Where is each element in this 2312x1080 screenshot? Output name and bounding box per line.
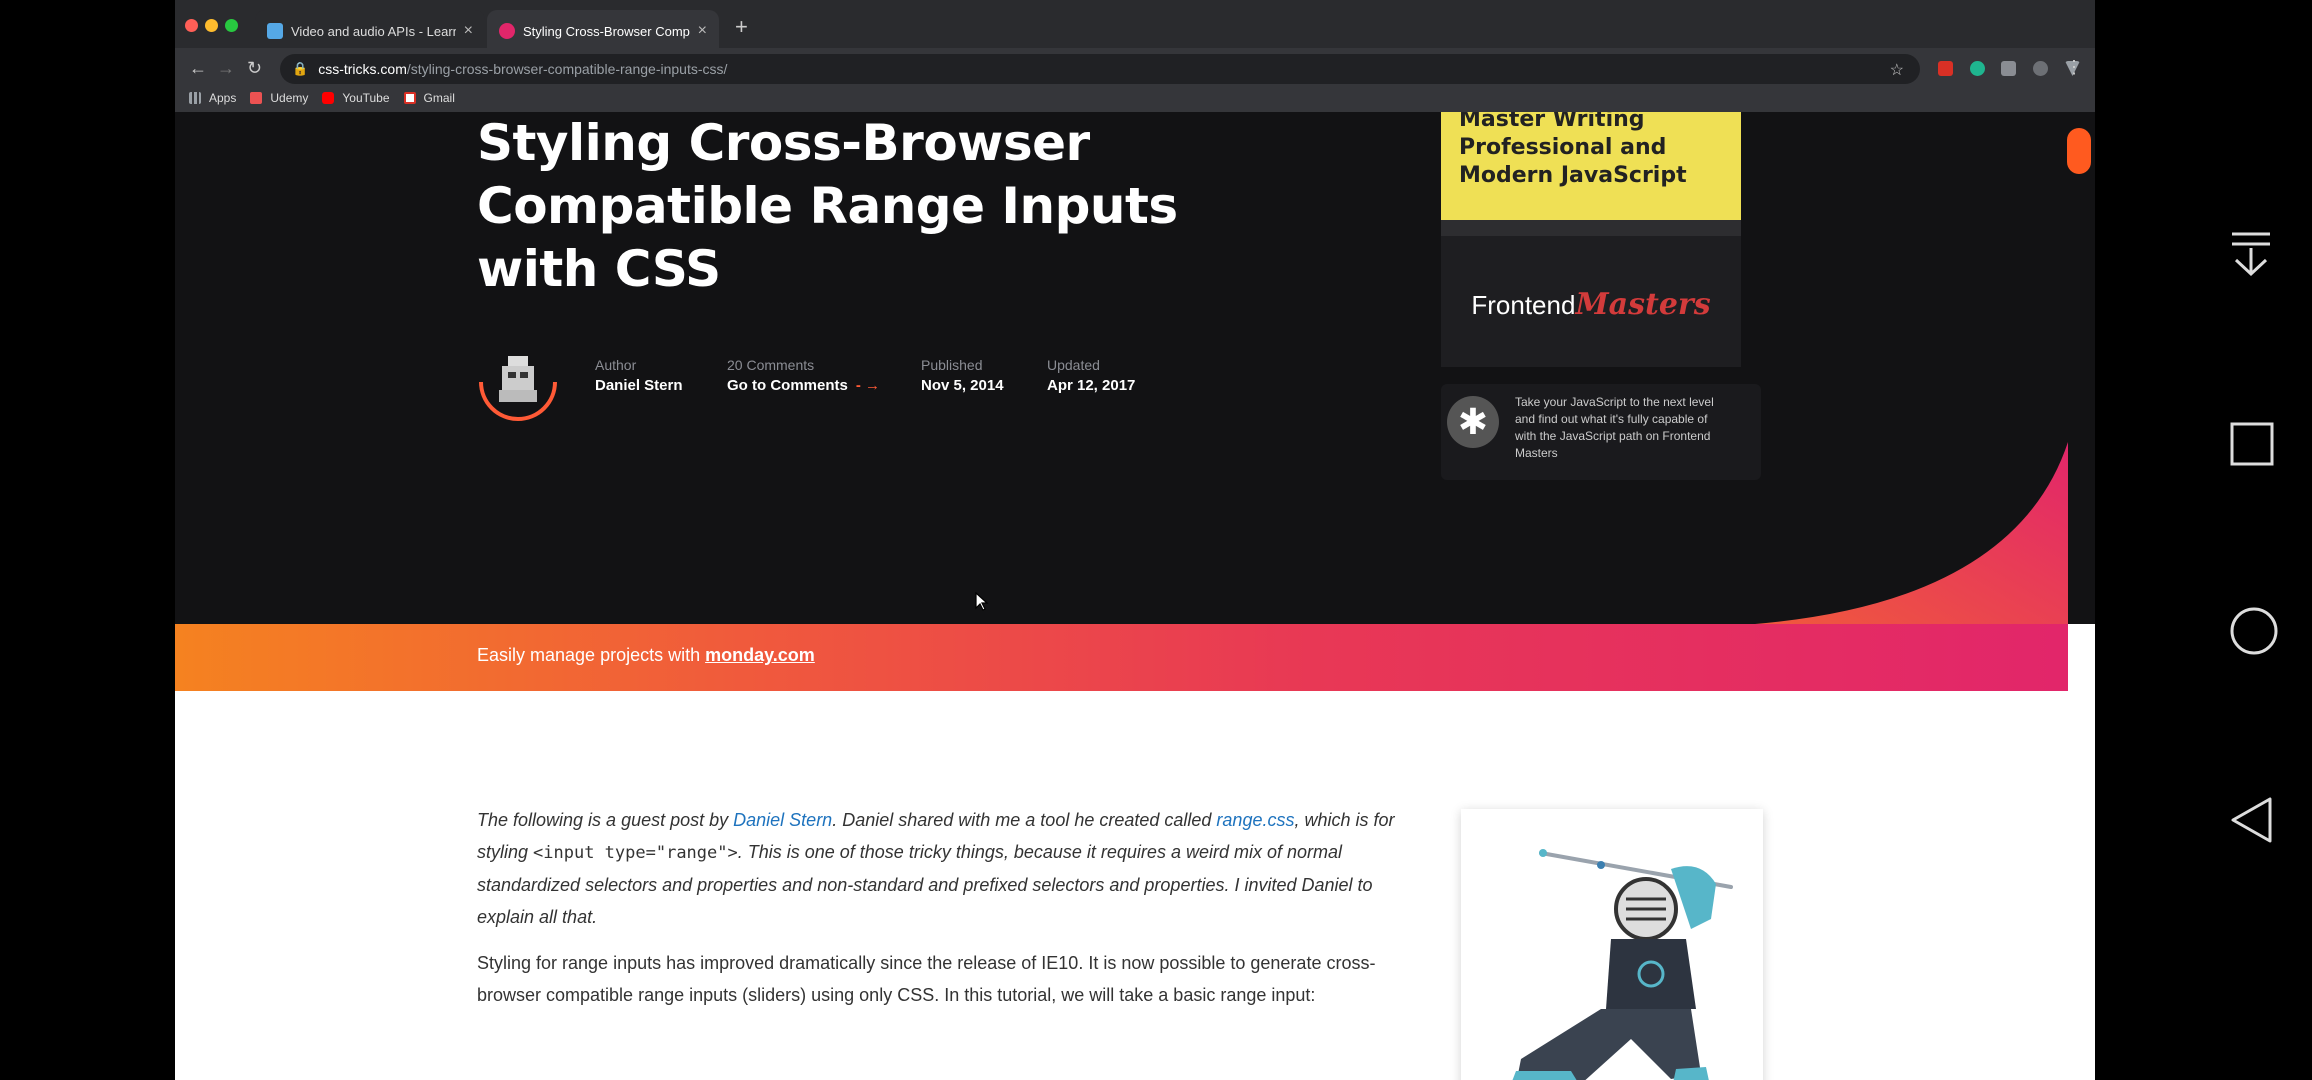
- frontend-masters-ad[interactable]: Master Writing Professional and Modern J…: [1441, 112, 1741, 367]
- forward-icon[interactable]: →: [217, 58, 235, 78]
- article-body: The following is a guest post by Daniel …: [477, 804, 1402, 1011]
- page-viewport: Styling Cross-Browser Compatible Range I…: [175, 112, 2095, 1080]
- bookmark-star-icon[interactable]: ☆: [1890, 60, 1904, 80]
- mouse-cursor-icon: [975, 592, 989, 611]
- article-title: Styling Cross-Browser Compatible Range I…: [477, 114, 1178, 298]
- ad-yellow-panel: Master Writing Professional and Modern J…: [1441, 112, 1741, 224]
- tab-close-icon[interactable]: ×: [698, 22, 707, 40]
- extension-red-icon[interactable]: [1938, 61, 1953, 76]
- bookmark-udemy[interactable]: Udemy: [250, 91, 308, 105]
- extension-gear-icon[interactable]: [2001, 61, 2016, 76]
- url-path: /styling-cross-browser-compatible-range-…: [406, 61, 728, 77]
- bookmark-apps[interactable]: Apps: [189, 91, 236, 105]
- range-css-link[interactable]: range.css: [1216, 810, 1294, 830]
- tab-styling-range-inputs[interactable]: Styling Cross-Browser Compatib ×: [487, 10, 719, 52]
- intro-text: . Daniel shared with me a tool he create…: [832, 810, 1217, 830]
- bookmark-gmail[interactable]: Gmail: [403, 91, 455, 105]
- home-circle-icon[interactable]: [2230, 607, 2278, 655]
- udemy-icon: [250, 92, 263, 104]
- logo-script: Masters: [1575, 287, 1711, 322]
- close-window-button[interactable]: [185, 19, 198, 32]
- kendo-warrior-illustration: [1512, 849, 1733, 1080]
- author-name[interactable]: Daniel Stern: [595, 377, 683, 394]
- arrow-right-icon[interactable]: - →: [856, 377, 880, 394]
- browser-menu-icon[interactable]: ⋮: [2065, 57, 2083, 78]
- sponsor-banner[interactable]: Easily manage projects with monday.com: [175, 624, 2068, 691]
- ad-stripe: [1441, 220, 1741, 236]
- scroll-indicator[interactable]: [2067, 128, 2091, 174]
- url-text: css-tricks.com/styling-cross-browser-com…: [318, 61, 727, 77]
- daniel-stern-link[interactable]: Daniel Stern: [733, 810, 832, 830]
- monday-link[interactable]: monday.com: [705, 645, 815, 665]
- back-icon[interactable]: ←: [189, 58, 207, 78]
- go-to-comments-link[interactable]: Go to Comments: [727, 377, 848, 394]
- maximize-window-button[interactable]: [225, 19, 238, 32]
- youtube-icon: [322, 92, 335, 104]
- author-avatar: [479, 356, 557, 421]
- published-label: Published: [921, 357, 983, 373]
- comments-count: 20 Comments: [727, 357, 815, 373]
- css-tricks-favicon-icon: [499, 23, 515, 39]
- input-range-code: <input type="range">: [533, 843, 738, 863]
- kendo-illustration-card[interactable]: [1461, 809, 1763, 1080]
- meta-updated: Updated Apr 12, 2017: [1047, 357, 1135, 394]
- tab-title: Styling Cross-Browser Compatib: [523, 23, 690, 39]
- bookmark-label: Udemy: [270, 91, 309, 105]
- bookmarks-bar: Apps Udemy YouTube Gmail: [175, 84, 2095, 112]
- bookmark-label: Apps: [209, 91, 237, 105]
- url-domain: css-tricks.com: [318, 61, 407, 77]
- published-date: Nov 5, 2014: [921, 377, 1004, 394]
- ad-headline: Master Writing Professional and Modern J…: [1459, 112, 1687, 188]
- meta-comments: 20 Comments Go to Comments - →: [727, 357, 880, 394]
- bookmark-youtube[interactable]: YouTube: [322, 91, 390, 105]
- tab-close-icon[interactable]: ×: [464, 22, 473, 40]
- banner-prefix: Easily manage projects with: [477, 645, 706, 665]
- frontend-masters-logo: FrontendMasters: [1441, 287, 1741, 322]
- updated-label: Updated: [1047, 357, 1100, 373]
- tab-video-audio-apis[interactable]: Video and audio APIs - Learn we ×: [255, 10, 485, 52]
- lock-icon: 🔒: [292, 61, 309, 76]
- tab-strip: Video and audio APIs - Learn we × Stylin…: [175, 0, 2095, 52]
- bookmark-label: Gmail: [423, 91, 455, 105]
- browser-window: Video and audio APIs - Learn we × Stylin…: [175, 0, 2095, 1080]
- extension-green-icon[interactable]: [1970, 61, 1985, 76]
- meta-published: Published Nov 5, 2014: [921, 357, 1004, 394]
- android-navigation-bar: [2190, 0, 2312, 1080]
- ad-copy: Take your JavaScript to the next level a…: [1515, 395, 1714, 460]
- carbon-asterisk-icon: ✱: [1447, 396, 1499, 448]
- author-label: Author: [595, 357, 637, 373]
- tab-title: Video and audio APIs - Learn we: [291, 23, 456, 39]
- recent-apps-square-icon[interactable]: [2230, 422, 2274, 466]
- intro-text: The following is a guest post by: [477, 810, 734, 830]
- intro-paragraph: The following is a guest post by Daniel …: [477, 804, 1402, 933]
- mdn-favicon-icon: [267, 23, 283, 39]
- extension-circle-icon[interactable]: [2033, 61, 2048, 76]
- carbon-ad-text[interactable]: ✱ Take your JavaScript to the next level…: [1441, 384, 1761, 480]
- back-triangle-icon[interactable]: [2230, 796, 2274, 844]
- new-tab-button[interactable]: +: [735, 14, 748, 40]
- reload-icon[interactable]: ↻: [247, 58, 262, 78]
- address-bar[interactable]: 🔒 css-tricks.com/styling-cross-browser-c…: [280, 54, 1920, 84]
- minimize-window-button[interactable]: [205, 19, 218, 32]
- meta-author: Author Daniel Stern: [595, 357, 683, 394]
- bookmark-label: YouTube: [342, 91, 390, 105]
- gmail-icon: [403, 92, 416, 104]
- banner-text: Easily manage projects with monday.com: [477, 645, 815, 666]
- logo-plain: Frontend: [1471, 290, 1576, 320]
- updated-date: Apr 12, 2017: [1047, 377, 1136, 394]
- apps-grid-icon: [189, 92, 201, 104]
- notification-pull-down-icon[interactable]: [2230, 230, 2272, 278]
- body-paragraph: Styling for range inputs has improved dr…: [477, 953, 1376, 1005]
